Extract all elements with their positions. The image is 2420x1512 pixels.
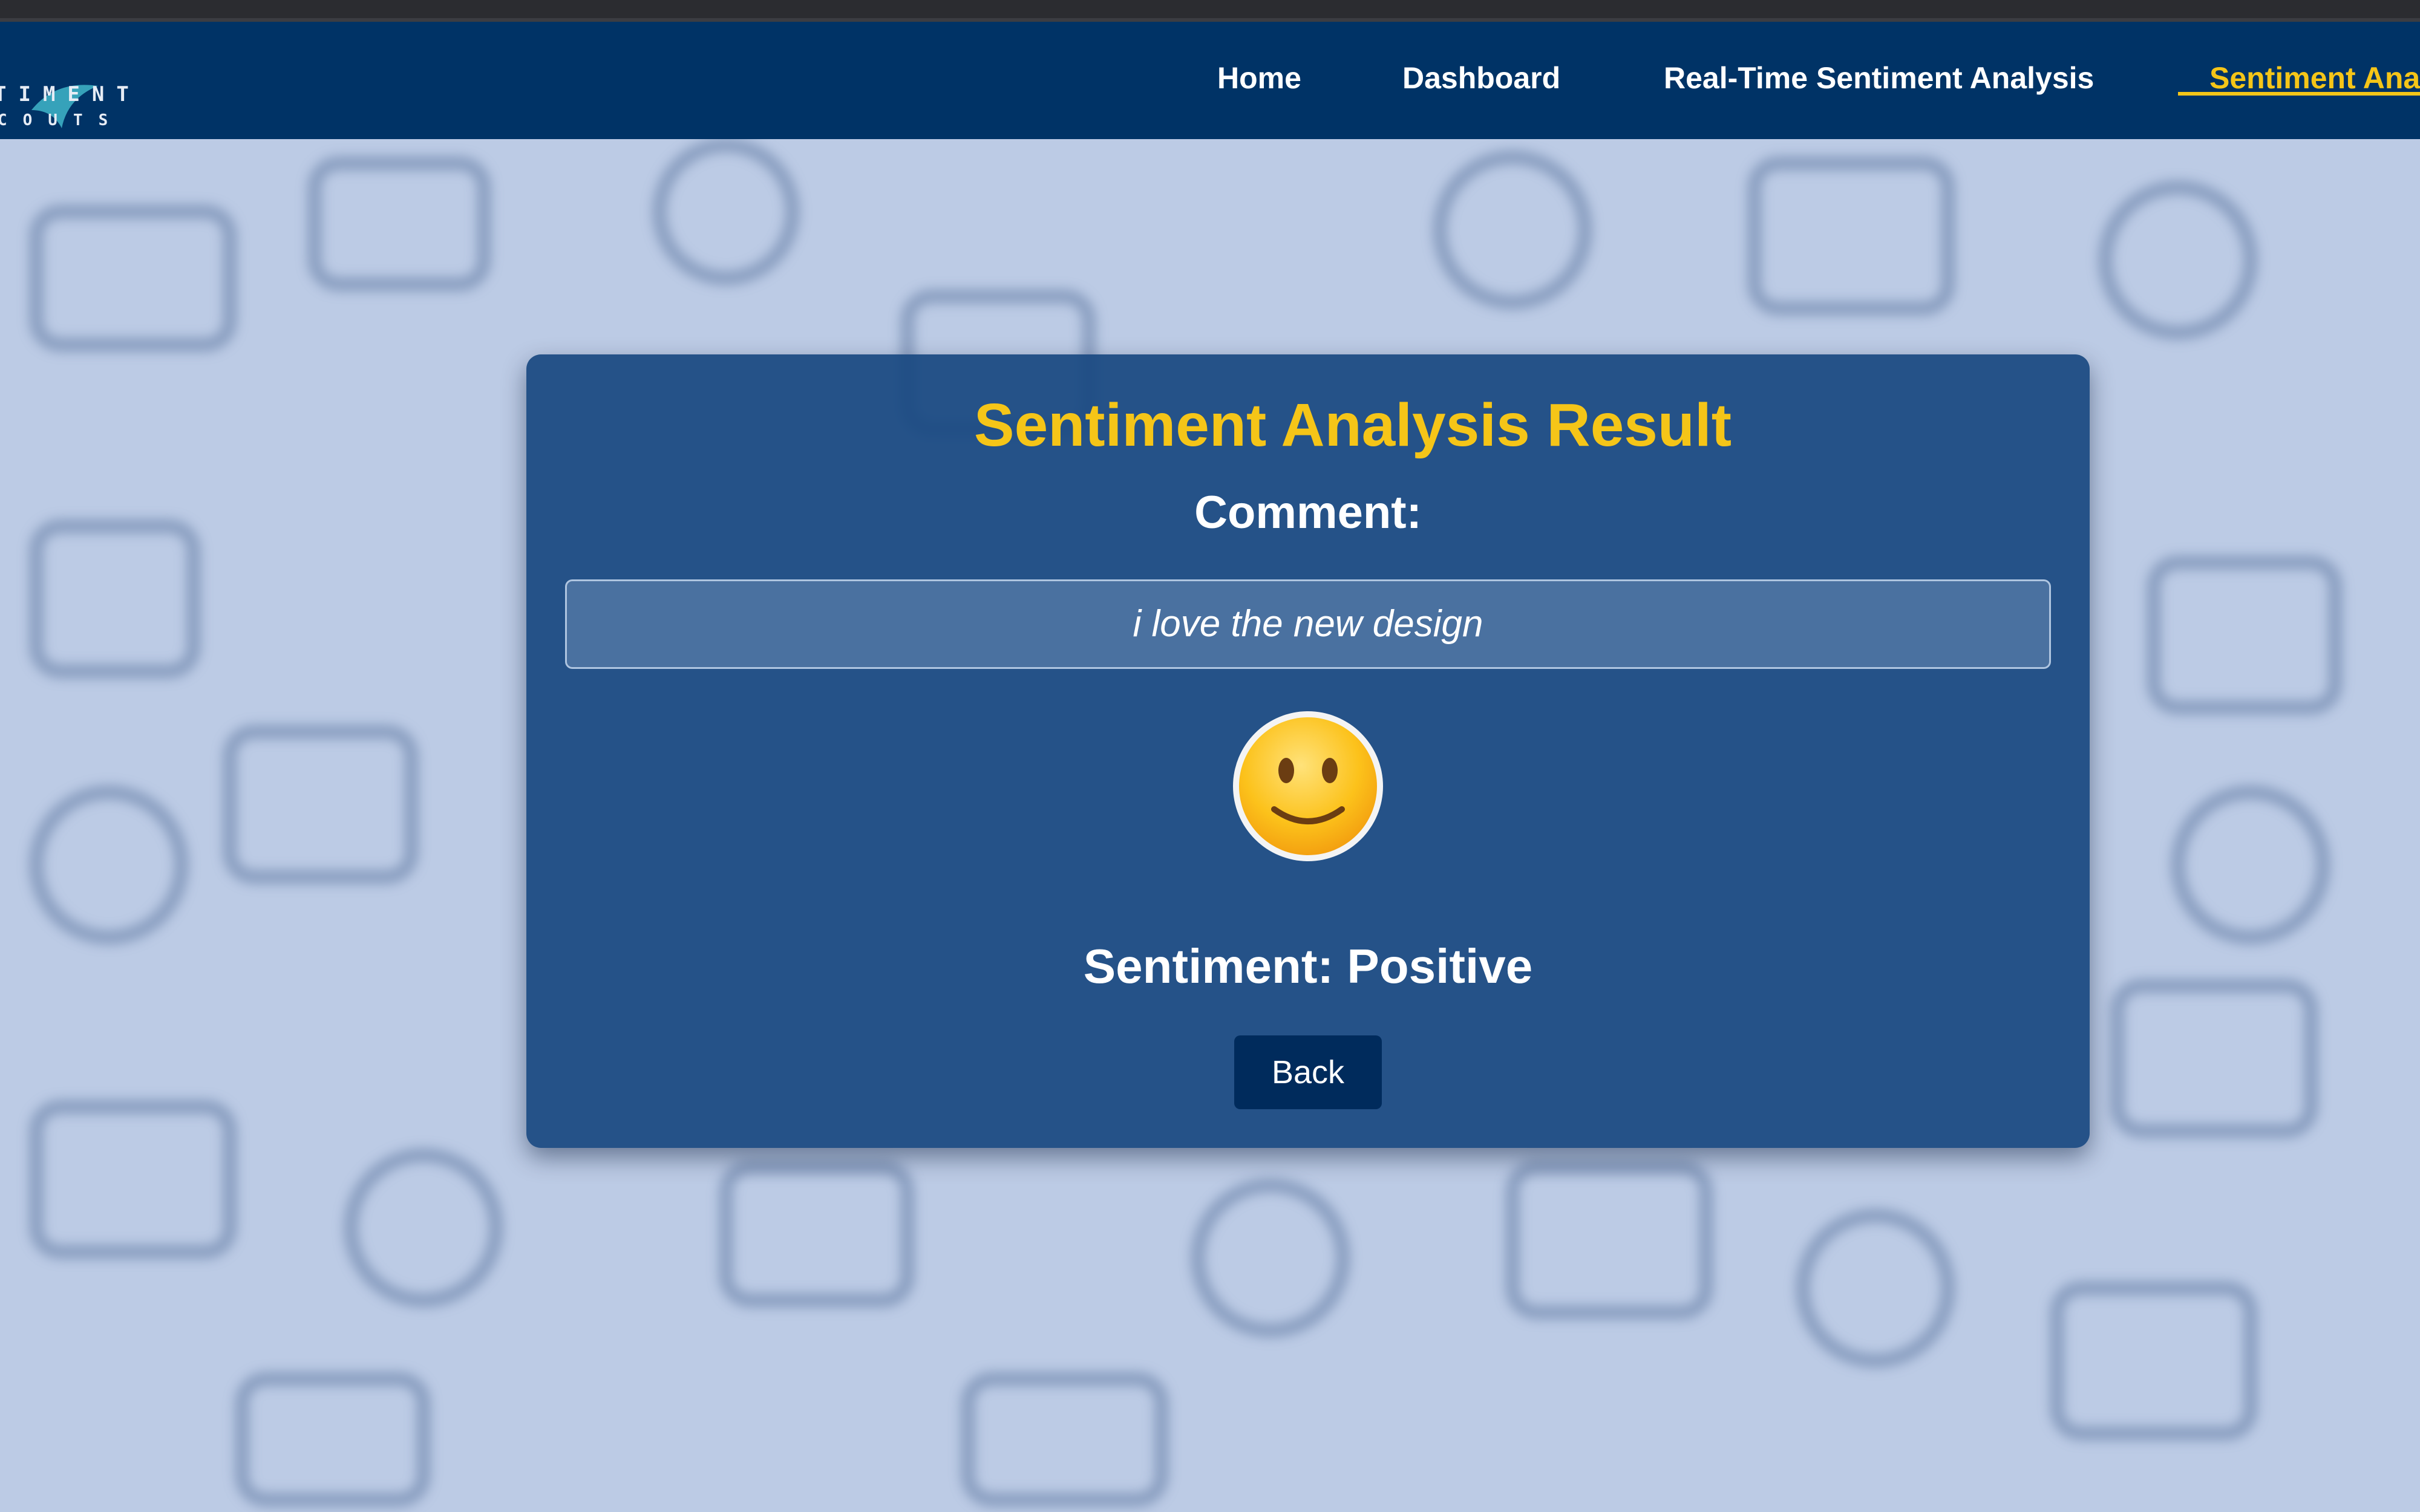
nav-item-sentiment-analysis[interactable]: Sentiment Ana <box>2209 22 2420 139</box>
page-title: Sentiment Analysis Result <box>973 391 1732 459</box>
comment-label: Comment: <box>1194 487 1422 538</box>
comment-text: i love the new design <box>565 579 2051 669</box>
browser-chrome <box>0 0 2420 22</box>
nav-item-dashboard[interactable]: Dashboard <box>1402 22 1560 139</box>
logo-line-1: TIMENT <box>0 82 141 106</box>
nav-item-real-time-sentiment-analysis[interactable]: Real-Time Sentiment Analysis <box>1664 22 2094 139</box>
slightly-smiling-face-icon <box>1231 709 1385 864</box>
result-card: Sentiment Analysis Result Comment: i lov… <box>526 354 2090 1148</box>
nav-item-home[interactable]: Home <box>1217 22 1301 139</box>
back-button[interactable]: Back <box>1234 1035 1382 1109</box>
logo-line-2: COUTS <box>0 111 124 129</box>
brand-logo[interactable]: TIMENT COUTS <box>0 59 151 150</box>
active-nav-underline <box>2178 92 2420 96</box>
sentiment-result: Sentiment: Positive <box>1083 939 1533 993</box>
